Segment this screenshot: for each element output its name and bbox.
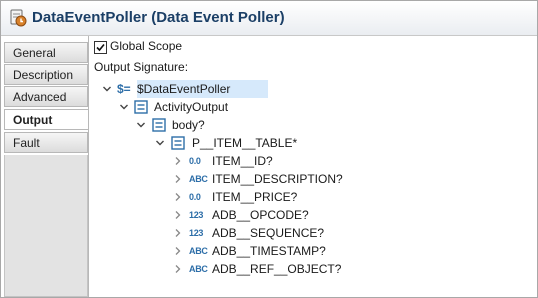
output-tab-content: Global Scope Output Signature: $= $DataE… bbox=[88, 36, 538, 297]
chevron-down-icon[interactable] bbox=[102, 84, 112, 94]
string-type-icon: ABC bbox=[189, 246, 208, 256]
global-scope-label: Global Scope bbox=[110, 39, 183, 53]
tab-strip-filler bbox=[4, 155, 88, 297]
chevron-right-icon[interactable] bbox=[173, 228, 183, 238]
tree-node-field[interactable]: 123 ADB__SEQUENCE? bbox=[89, 224, 429, 242]
chevron-right-icon[interactable] bbox=[173, 174, 183, 184]
tree-node-field[interactable]: ABC ADB__TIMESTAMP? bbox=[89, 242, 429, 260]
tree-node-label: body? bbox=[172, 118, 205, 132]
tab-fault[interactable]: Fault bbox=[4, 132, 88, 153]
panel-title: DataEventPoller (Data Event Poller) bbox=[32, 9, 285, 26]
integer-type-icon: 123 bbox=[189, 210, 204, 220]
chevron-right-icon[interactable] bbox=[173, 210, 183, 220]
decimal-type-icon: 0.0 bbox=[189, 192, 201, 202]
event-poller-icon bbox=[10, 9, 27, 27]
chevron-right-icon[interactable] bbox=[173, 156, 183, 166]
tree-node-label: ADB__SEQUENCE? bbox=[212, 226, 325, 240]
tree-node-label: $DataEventPoller bbox=[137, 82, 231, 96]
tree-node-label: ADB__OPCODE? bbox=[212, 208, 309, 222]
tree-node-label: ADB__REF__OBJECT? bbox=[212, 262, 342, 276]
tree-node-label: ADB__TIMESTAMP? bbox=[212, 244, 326, 258]
tree-node-label: ActivityOutput bbox=[154, 100, 229, 114]
tree-node-field[interactable]: ABC ITEM__DESCRIPTION? bbox=[89, 170, 429, 188]
output-signature-label: Output Signature: bbox=[94, 60, 189, 74]
tree-node-field[interactable]: ABC ADB__REF__OBJECT? bbox=[89, 260, 429, 278]
chevron-right-icon[interactable] bbox=[173, 264, 183, 274]
checkmark-icon bbox=[96, 43, 105, 52]
tree-node-item-table[interactable]: P__ITEM__TABLE* bbox=[89, 134, 389, 152]
chevron-down-icon[interactable] bbox=[155, 138, 165, 148]
chevron-down-icon[interactable] bbox=[136, 120, 146, 130]
integer-type-icon: 123 bbox=[189, 228, 204, 238]
tab-general[interactable]: General bbox=[4, 42, 88, 63]
root-variable-icon: $= bbox=[117, 82, 131, 96]
tree-node-field[interactable]: 123 ADB__OPCODE? bbox=[89, 206, 429, 224]
properties-panel: DataEventPoller (Data Event Poller) Gene… bbox=[0, 0, 538, 298]
tree-node-label: P__ITEM__TABLE* bbox=[192, 136, 298, 150]
tree-node-label: ITEM__ID? bbox=[212, 154, 273, 168]
global-scope-row: Global Scope bbox=[89, 37, 289, 55]
complex-type-icon bbox=[134, 100, 148, 114]
tree-node-label: ITEM__DESCRIPTION? bbox=[212, 172, 343, 186]
tree-node-label: ITEM__PRICE? bbox=[212, 190, 298, 204]
chevron-right-icon[interactable] bbox=[173, 192, 183, 202]
chevron-down-icon[interactable] bbox=[119, 102, 129, 112]
chevron-right-icon[interactable] bbox=[173, 246, 183, 256]
tree-node-field[interactable]: 0.0 ITEM__ID? bbox=[89, 152, 429, 170]
tree-node-root[interactable]: $= $DataEventPoller bbox=[89, 80, 389, 98]
tab-strip: General Description Advanced Output Faul… bbox=[4, 42, 89, 297]
complex-type-icon bbox=[171, 136, 185, 150]
tree-node-activity-output[interactable]: ActivityOutput bbox=[89, 98, 389, 116]
decimal-type-icon: 0.0 bbox=[189, 156, 201, 166]
panel-header: DataEventPoller (Data Event Poller) bbox=[1, 1, 537, 36]
tab-description[interactable]: Description bbox=[4, 64, 88, 85]
global-scope-checkbox[interactable] bbox=[94, 41, 107, 54]
complex-type-icon bbox=[152, 118, 166, 132]
string-type-icon: ABC bbox=[189, 174, 208, 184]
string-type-icon: ABC bbox=[189, 264, 208, 274]
tree-node-field[interactable]: 0.0 ITEM__PRICE? bbox=[89, 188, 429, 206]
tab-output[interactable]: Output bbox=[4, 109, 89, 130]
tree-node-body[interactable]: body? bbox=[89, 116, 389, 134]
tab-advanced[interactable]: Advanced bbox=[4, 86, 88, 107]
